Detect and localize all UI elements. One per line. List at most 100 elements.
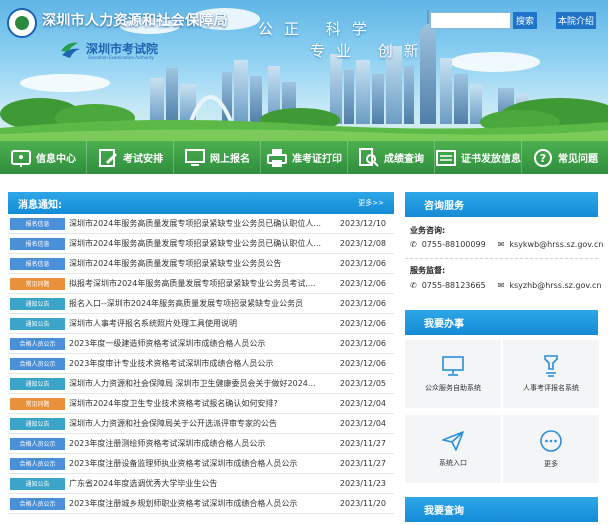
search-input[interactable] [430,12,511,29]
list-item[interactable]: 通知公告 深圳市人力资源和社会保障局 深圳市卫生健康委员会关于做好2024... 2… [8,374,394,394]
notice-more-link[interactable]: 更多>> [358,198,384,208]
notice-date: 2023/12/08 [339,239,386,248]
notice-title-link[interactable]: 2023年度注册设备监理师执业资格考试深圳市成绩合格人员公示 [69,458,339,469]
category-badge: 合格人员公示 [10,457,65,470]
supervise-contact-line: ✆ 0755-88123665 ✉ ksyzhb@hrss.sz.gov.cn [410,281,602,290]
nav-item-exam-schedule[interactable]: 考试安排 [87,141,174,174]
notice-date: 2023/11/20 [339,499,386,508]
monitor-icon [184,147,206,169]
category-badge: 通知公告 [10,377,65,390]
list-item[interactable]: 合格人员公示 2023年度注册设备监理师执业资格考试深圳市成绩合格人员公示 2023… [8,454,394,474]
service-tile-more[interactable]: 更多 [503,415,599,483]
svg-text:?: ? [540,152,546,165]
category-badge: 合格人员公示 [10,437,65,450]
list-item[interactable]: 合格人员公示 2023年度注册测绘师资格考试深圳市成绩合格人员公示 2023/11/… [8,434,394,454]
tile-label: 更多 [544,460,558,468]
business-consult-label: 业务咨询: [410,226,446,235]
phone-icon: ✆ [410,240,417,249]
notice-date: 2023/11/27 [339,459,386,468]
notice-title-link[interactable]: 拟报考深圳市2024年服务高质量发展专项招录紧缺专业公务员考试,... [69,278,339,289]
notice-title-link[interactable]: 2023年度一级建造师资格考试深圳市成绩合格人员公示 [69,338,339,349]
list-item[interactable]: 通知公告 深圳市人事考评报名系统照片处理工具使用说明 2023/12/06 [8,314,394,334]
nav-item-online-registration[interactable]: 网上报名 [174,141,261,174]
category-badge: 报名信息 [10,257,65,270]
category-badge: 合格人员公示 [10,497,65,510]
notice-title-link[interactable]: 2023年度注册城乡规划师职业资格考试深圳市成绩合格人员公示 [69,498,339,509]
category-badge: 通知公告 [10,417,65,430]
contact-header: 咨询服务 [405,192,598,217]
category-badge: 通知公告 [10,297,65,310]
list-item[interactable]: 常见问题 拟报考深圳市2024年服务高质量发展专项招录紧缺专业公务员考试,... 2… [8,274,394,294]
authority-subtitle: Shenzhen Examination Authority [88,55,154,60]
nav-item-info-center[interactable]: 信息中心 [0,141,87,174]
category-badge: 常见问题 [10,277,65,290]
service-tile-system-entry[interactable]: 系统入口 [405,415,501,483]
notice-title-link[interactable]: 深圳市2024年服务高质量发展专项招录紧缺专业公务员已确认职位人... [69,218,339,229]
notice-date: 2023/12/06 [339,279,386,288]
info-icon [10,147,32,169]
notice-title-link[interactable]: 深圳市人力资源和社会保障局关于公开选派评审专家的公告 [69,418,339,429]
category-badge: 合格人员公示 [10,357,65,370]
list-item[interactable]: 通知公告 深圳市人力资源和社会保障局关于公开选派评审专家的公告 2023/12/04 [8,414,394,434]
tile-label: 人事考评报名系统 [523,384,579,392]
supervise-email[interactable]: ksyzhb@hrss.sz.gov.cn [509,281,601,290]
page: 深圳市人力资源和社会保障局 深圳市考试院 Shenzhen Examinatio… [0,0,608,525]
list-item[interactable]: 通知公告 报名入口--深圳市2024年服务高质量发展专项招录紧缺专业公务员 2023… [8,294,394,314]
list-item[interactable]: 合格人员公示 2023年度一级建造师资格考试深圳市成绩合格人员公示 2023/12/… [8,334,394,354]
list-item[interactable]: 通知公告 广东省2024年度选调优秀大学毕业生公告 2023/11/23 [8,474,394,494]
nav-label: 常见问题 [558,154,598,165]
notice-date: 2023/12/06 [339,359,386,368]
notice-title: 消息通知: [18,199,62,211]
category-badge: 报名信息 [10,217,65,230]
notice-title-link[interactable]: 报名入口--深圳市2024年服务高质量发展专项招录紧缺专业公务员 [69,298,339,309]
service-tile-public-self-service[interactable]: 公众服务自助系统 [405,340,501,408]
notice-date: 2023/12/05 [339,379,386,388]
about-button[interactable]: 本院介绍 [556,12,596,29]
nav-item-admission-print[interactable]: 准考证打印 [261,141,348,174]
nav-item-certificate-info[interactable]: 证书发放信息 [435,141,522,174]
list-item[interactable]: 常见问题 深圳市2024年度卫生专业技术资格考试报名确认如何安排? 2023/12/… [8,394,394,414]
list-item[interactable]: 合格人员公示 2023年度注册城乡规划师职业资格考试深圳市成绩合格人员公示 2023… [8,494,394,514]
tile-label: 系统入口 [439,459,467,467]
notice-title-link[interactable]: 深圳市2024年服务高质量发展专项招录紧缺专业公务员已确认职位人... [69,238,339,249]
more-icon [540,430,562,452]
category-badge: 常见问题 [10,397,65,410]
notice-title-link[interactable]: 深圳市人事考评报名系统照片处理工具使用说明 [69,318,339,329]
notice-title-link[interactable]: 广东省2024年度选调优秀大学毕业生公告 [69,478,339,489]
list-item[interactable]: 合格人员公示 2023年度审计专业技术资格考试深圳市成绩合格人员公示 2023/12… [8,354,394,374]
notice-title-link[interactable]: 深圳市人力资源和社会保障局 深圳市卫生健康委员会关于做好2024... [69,378,339,389]
service-header: 我要办事 [405,310,598,335]
service-tile-hr-exam-registration[interactable]: 人事考评报名系统 [503,340,599,408]
nav-item-score-query[interactable]: 成绩查询 [348,141,435,174]
list-item[interactable]: 报名信息 深圳市2024年服务高质量发展专项招录紧缺专业公务员公告 2023/12/… [8,254,394,274]
notice-header: 消息通知: 更多>> [8,192,394,214]
notice-date: 2023/12/06 [339,339,386,348]
business-email[interactable]: ksykwb@hrss.sz.gov.cn [509,240,603,249]
nav-item-faq[interactable]: ? 常见问题 [522,141,608,174]
notice-date: 2023/12/04 [339,399,386,408]
printer-icon [266,147,288,169]
search-button[interactable]: 搜索 [513,12,537,29]
search-doc-icon [358,147,380,169]
nav-label: 网上报名 [210,154,250,165]
category-badge: 报名信息 [10,237,65,250]
supervise-phone: 0755-88123665 [421,281,486,290]
slogan-line2: 专业 创新 [310,42,430,60]
notice-title-link[interactable]: 2023年度审计专业技术资格考试深圳市成绩合格人员公示 [69,358,339,369]
nav-label: 信息中心 [36,154,76,165]
list-item[interactable]: 报名信息 深圳市2024年服务高质量发展专项招录紧缺专业公务员已确认职位人... 2… [8,234,394,254]
pen-icon [544,355,558,377]
notice-title-link[interactable]: 2023年度注册测绘师资格考试深圳市成绩合格人员公示 [69,438,339,449]
list-item[interactable]: 报名信息 深圳市2024年服务高质量发展专项招录紧缺专业公务员已确认职位人... 2… [8,214,394,234]
edit-icon [97,147,119,169]
notice-date: 2023/12/10 [339,219,386,228]
notice-date: 2023/11/23 [339,479,386,488]
notice-title-link[interactable]: 深圳市2024年度卫生专业技术资格考试报名确认如何安排? [69,398,339,409]
notice-date: 2023/12/06 [339,299,386,308]
notice-date: 2023/12/06 [339,259,386,268]
query-header: 我要查询 [405,497,598,522]
category-badge: 通知公告 [10,317,65,330]
org-title: 深圳市人力资源和社会保障局 [42,13,228,29]
category-badge: 通知公告 [10,477,65,490]
notice-title-link[interactable]: 深圳市2024年服务高质量发展专项招录紧缺专业公务员公告 [69,258,339,269]
